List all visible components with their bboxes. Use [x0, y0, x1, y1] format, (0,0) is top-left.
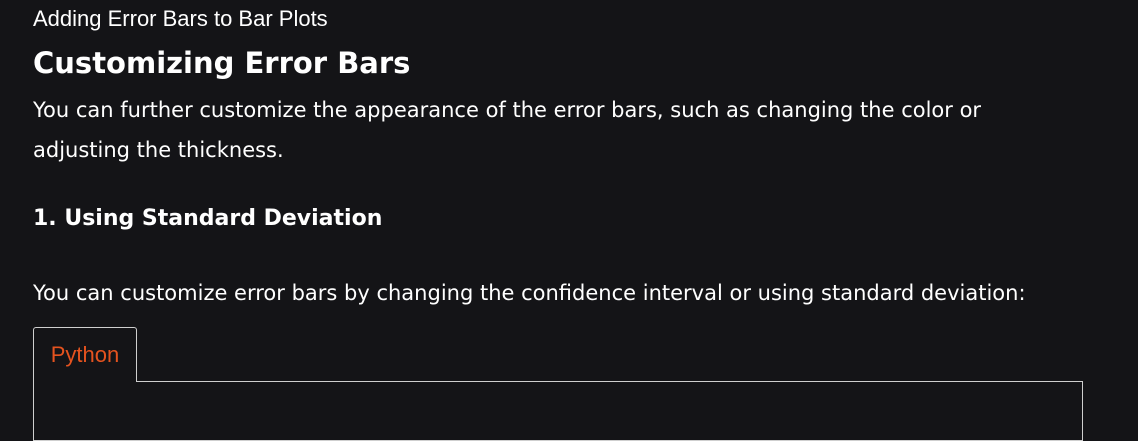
code-tab-python[interactable]: Python: [33, 327, 137, 382]
breadcrumb: Adding Error Bars to Bar Plots: [33, 6, 328, 31]
section-title: Customizing Error Bars: [33, 46, 411, 80]
subsection-text: You can customize error bars by changing…: [33, 281, 1026, 305]
code-panel: [33, 381, 1083, 441]
section-intro: You can further customize the appearance…: [33, 98, 982, 162]
subsection-heading: 1. Using Standard Deviation: [33, 206, 383, 231]
